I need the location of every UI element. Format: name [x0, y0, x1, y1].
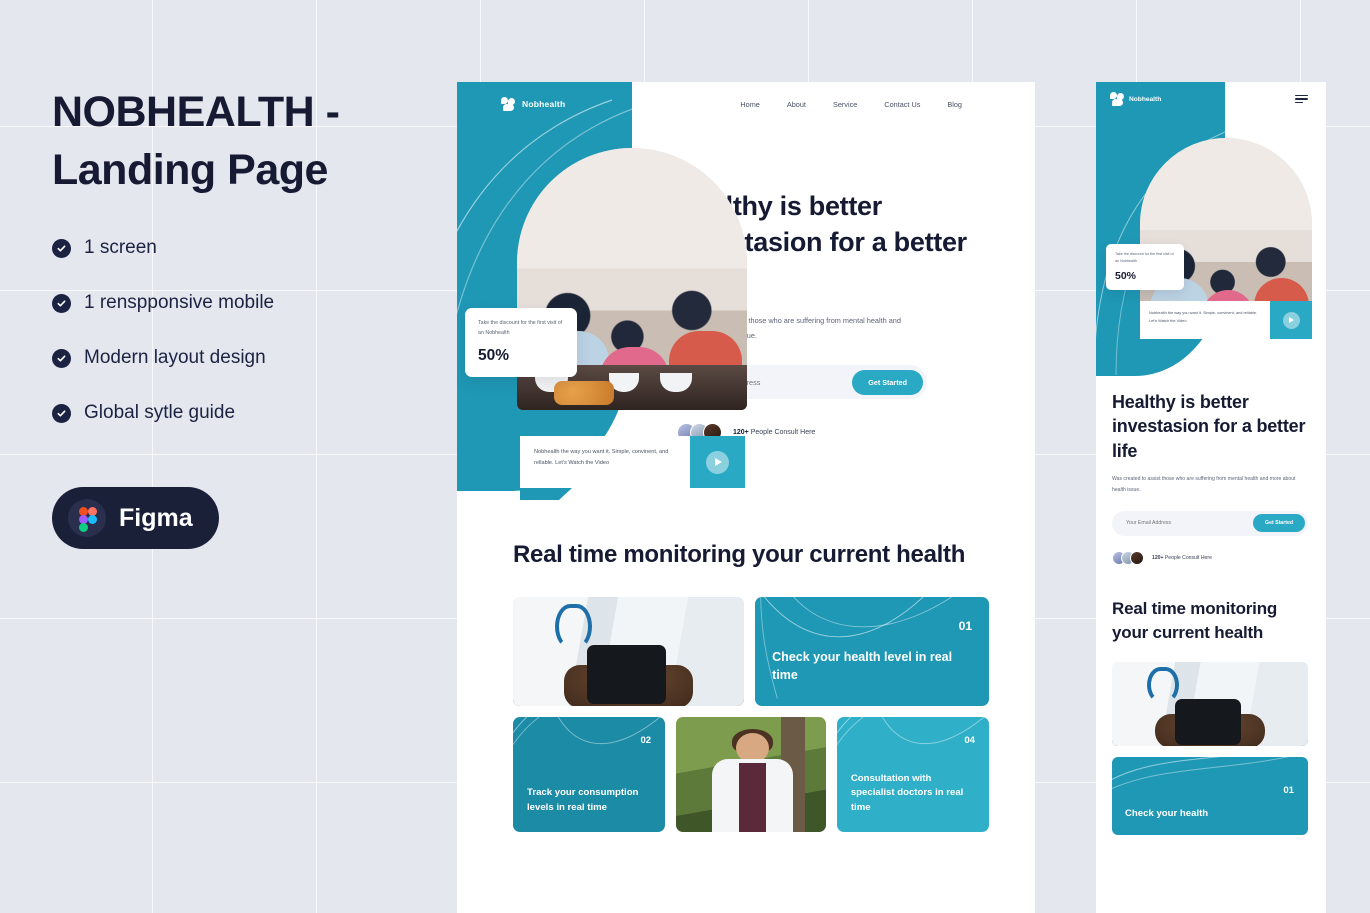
video-caption: Nobhealth the way you want it. Simple, c…: [1140, 301, 1270, 339]
brand-name: Nobhealth: [1129, 95, 1162, 103]
get-started-button[interactable]: Get Started: [852, 369, 923, 395]
discount-text: Take the discount for the first visit of…: [478, 320, 563, 336]
mobile-mockup: Nobhealth Take the discount for the firs…: [1096, 82, 1326, 913]
consult-count: 120+: [1152, 554, 1164, 561]
consult-suffix: People Consult Here: [1163, 554, 1212, 561]
discount-text: Take the discount for the first visit of…: [1115, 252, 1174, 264]
check-icon: [52, 348, 71, 368]
avatar: [1130, 550, 1144, 565]
mobile-content: Healthy is better investasion for a bett…: [1096, 390, 1326, 836]
card-photo-doctor-phone: [513, 597, 745, 707]
cards-row-bottom: 02 Track your consumption levels in real…: [513, 717, 989, 833]
nav-item-service[interactable]: Service: [833, 100, 857, 109]
card-number: 01: [1283, 785, 1294, 797]
mobile-discount-card: Take the discount for the first visit of…: [1106, 244, 1184, 291]
play-icon: [1282, 311, 1300, 329]
nav-item-contact-us[interactable]: Contact Us: [884, 100, 920, 109]
card-title: Track your consumption levels in real ti…: [527, 787, 639, 814]
mobile-monitoring-heading: Real time monitoring your current health: [1112, 598, 1278, 642]
video-caption: Nobhealth the way you want it. Simple, c…: [520, 436, 690, 488]
monitoring-heading: Real time monitoring your current health: [513, 541, 966, 568]
cards-row-top: 01 Check your health level in real time: [513, 597, 989, 707]
feature-label: Modern layout design: [84, 347, 266, 369]
mobile-hero-heading: Healthy is better investasion for a bett…: [1112, 392, 1306, 461]
left-info-panel: NOBHEALTH - Landing Page 1 screen 1 rens…: [52, 84, 442, 550]
card-number: 04: [964, 735, 975, 747]
figma-icon: [68, 499, 106, 538]
hero-section: Take the discount for the first visit of…: [457, 99, 1035, 500]
feature-label: 1 screen: [84, 237, 157, 259]
discount-value: 50%: [1115, 270, 1137, 283]
check-icon: [52, 403, 71, 423]
desktop-mockup: Nobhealth Home About Service Contact Us …: [457, 82, 1035, 913]
discount-card: Take the discount for the first visit of…: [465, 308, 577, 377]
mobile-hero-visual: Take the discount for the first visit of…: [1096, 116, 1326, 390]
nav-item-about[interactable]: About: [787, 100, 806, 109]
feature-card-02[interactable]: 02 Track your consumption levels in real…: [513, 717, 666, 833]
mobile-consult-row: 120+ People Consult Here: [1112, 550, 1310, 565]
feature-card-01[interactable]: 01 Check your health level in real time: [755, 597, 989, 707]
avatar-group: [1112, 550, 1144, 565]
video-cta-card[interactable]: Nobhealth the way you want it. Simple, c…: [520, 436, 745, 488]
nav-item-blog[interactable]: Blog: [947, 100, 962, 109]
nobhealth-logo-icon: [1110, 92, 1124, 106]
feature-card-04[interactable]: 04 Consultation with specialist doctors …: [836, 717, 989, 833]
hero-visual-area: Take the discount for the first visit of…: [457, 99, 747, 500]
card-title: Consultation with specialist doctors in …: [850, 772, 964, 814]
check-icon: [52, 238, 71, 258]
page-title: NOBHEALTH - Landing Page: [52, 88, 340, 194]
mobile-hero-subtext: Was created to assist those who are suff…: [1112, 476, 1296, 494]
feature-cards: 01 Check your health level in real time …: [513, 597, 989, 833]
list-item: Modern layout design: [52, 347, 442, 369]
play-icon: [706, 450, 729, 474]
play-button[interactable]: [690, 436, 745, 488]
card-number: 01: [958, 619, 972, 634]
card-photo-doctor-lady: [676, 717, 826, 833]
email-field[interactable]: [1126, 520, 1221, 527]
feature-label: Global sytle guide: [84, 402, 236, 424]
monitoring-section: Real time monitoring your current health…: [457, 486, 1035, 833]
mobile-card-photo-doctor-phone: [1112, 662, 1308, 747]
mobile-video-cta-card[interactable]: Nobhealth the way you want it. Simple, c…: [1140, 301, 1312, 339]
consult-label: 120+ People Consult Here: [1152, 555, 1212, 561]
list-item: 1 renspponsive mobile: [52, 292, 442, 314]
list-item: 1 screen: [52, 237, 442, 259]
consult-label: 120+ People Consult Here: [733, 429, 815, 436]
mobile-feature-card-01[interactable]: 01 Check your health: [1112, 757, 1308, 836]
figma-badge-label: Figma: [119, 503, 193, 532]
check-icon: [52, 293, 71, 313]
card-title: Check your health: [1125, 808, 1209, 820]
card-decorative-arcs: [1112, 757, 1290, 790]
discount-value: 50%: [478, 346, 510, 364]
mobile-email-signup-form: Get Started: [1112, 510, 1308, 536]
card-title: Check your health level in real time: [772, 649, 953, 682]
feature-list: 1 screen 1 renspponsive mobile Modern la…: [52, 237, 442, 424]
card-number: 02: [640, 735, 652, 747]
feature-label: 1 renspponsive mobile: [84, 292, 275, 314]
get-started-button[interactable]: Get Started: [1253, 514, 1305, 533]
list-item: Global sytle guide: [52, 402, 442, 424]
consult-suffix: People Consult Here: [748, 429, 816, 437]
play-button[interactable]: [1270, 301, 1312, 339]
figma-badge[interactable]: Figma: [52, 487, 219, 550]
